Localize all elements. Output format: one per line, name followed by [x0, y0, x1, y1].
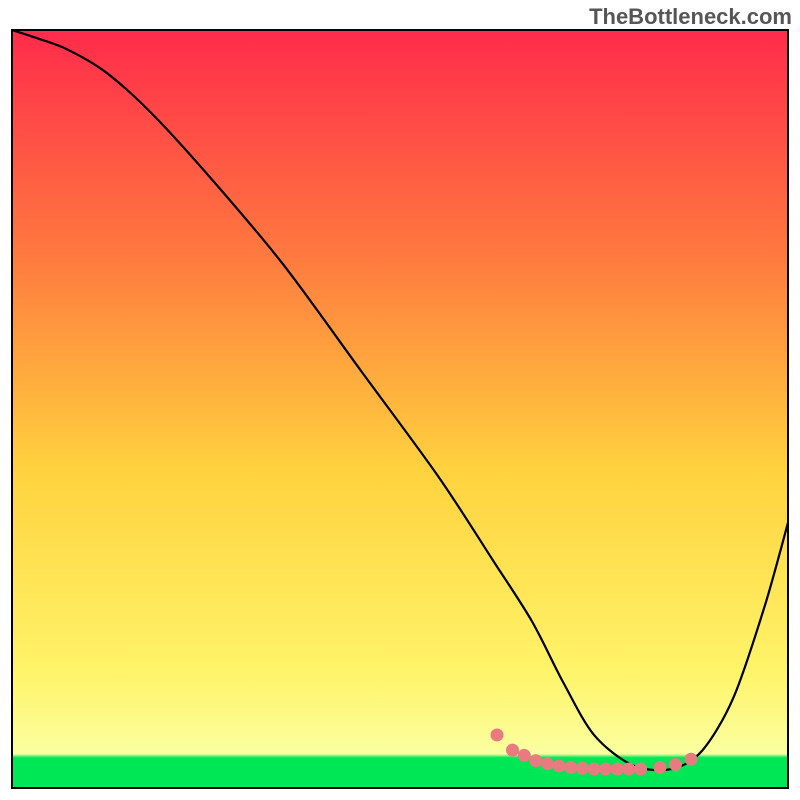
highlight-point	[506, 744, 519, 757]
highlight-point	[611, 763, 624, 776]
highlight-point	[653, 761, 666, 774]
highlight-point	[588, 763, 601, 776]
gradient-background	[12, 30, 788, 788]
highlight-point	[491, 728, 504, 741]
bottleneck-chart	[0, 0, 800, 800]
highlight-point	[541, 757, 554, 770]
highlight-point	[669, 758, 682, 771]
highlight-point	[685, 753, 698, 766]
highlight-point	[564, 761, 577, 774]
highlight-point	[518, 749, 531, 762]
highlight-point	[553, 760, 566, 773]
highlight-point	[634, 763, 647, 776]
highlight-point	[622, 763, 635, 776]
attribution-text: TheBottleneck.com	[589, 4, 792, 30]
highlight-point	[599, 763, 612, 776]
highlight-point	[529, 754, 542, 767]
highlight-point	[576, 762, 589, 775]
